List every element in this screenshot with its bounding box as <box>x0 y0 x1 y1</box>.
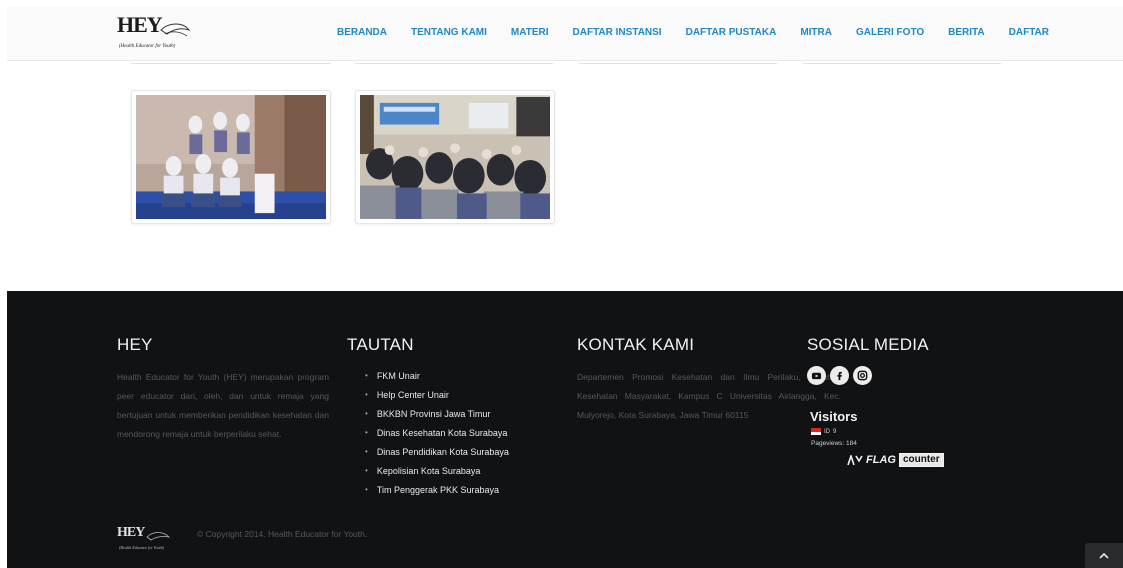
photo-students-group[interactable] <box>131 90 331 224</box>
logo-text: HEY <box>117 12 163 37</box>
footer-link-item: BKKBN Provinsi Jawa Timur <box>365 405 509 424</box>
footer-title-sosial: SOSIAL MEDIA <box>807 335 929 354</box>
nav-daftar[interactable]: DAFTAR <box>1009 27 1049 38</box>
main-nav: BERANDA TENTANG KAMI MATERI DAFTAR INSTA… <box>337 27 1049 38</box>
instagram-icon[interactable] <box>853 366 872 385</box>
link-kepolisian-surabaya[interactable]: Kepolisian Kota Surabaya <box>377 466 481 476</box>
footer-link-item: Dinas Pendidikan Kota Surabaya <box>365 443 509 462</box>
facebook-icon[interactable] <box>830 366 849 385</box>
footer-logo[interactable]: HEY (Health Educator for Youth) <box>117 525 177 555</box>
footer-logo-text: HEY <box>117 525 145 540</box>
nav-daftar-pustaka[interactable]: DAFTAR PUSTAKA <box>686 27 777 38</box>
visitors-country-row: ID 9 <box>811 428 836 435</box>
footer-link-item: FKM Unair <box>365 367 509 386</box>
flag-counter-icon <box>847 454 863 465</box>
footer-links-list: FKM Unair Help Center Unair BKKBN Provin… <box>365 367 509 500</box>
footer-title-kontak: KONTAK KAMI <box>577 335 695 354</box>
indonesia-flag-icon <box>811 428 821 435</box>
link-bkkbn-jatim[interactable]: BKKBN Provinsi Jawa Timur <box>377 409 491 419</box>
footer-title-tautan: TAUTAN <box>347 335 414 354</box>
link-dinkes-surabaya[interactable]: Dinas Kesehatan Kota Surabaya <box>377 428 508 438</box>
link-help-center-unair[interactable]: Help Center Unair <box>377 390 449 400</box>
footer-about-text: Health Educator for Youth (HEY) merupaka… <box>117 372 329 439</box>
logo-tagline: (Health Educator for Youth) <box>119 44 176 49</box>
seminar-audience-image <box>360 95 550 219</box>
gallery-card-edge <box>131 60 331 64</box>
scroll-to-top-button[interactable] <box>1085 543 1123 568</box>
gallery-card-edge <box>803 60 1001 64</box>
nav-mitra[interactable]: MITRA <box>800 27 832 38</box>
footer-link-item: Kepolisian Kota Surabaya <box>365 462 509 481</box>
social-icons <box>807 366 876 385</box>
footer-link-item: Help Center Unair <box>365 386 509 405</box>
nav-tentang-kami[interactable]: TENTANG KAMI <box>411 27 487 38</box>
students-group-image <box>136 95 326 219</box>
nav-beranda[interactable]: BERANDA <box>337 27 387 38</box>
pageviews-text: Pageviews: 184 <box>811 440 857 447</box>
nav-galeri-foto[interactable]: GALERI FOTO <box>856 27 924 38</box>
hey-logo[interactable]: HEY (Health Educator for Youth) <box>117 12 197 54</box>
nav-materi[interactable]: MATERI <box>511 27 549 38</box>
footer-link-item: Tim Penggerak PKK Surabaya <box>365 481 509 500</box>
photo-seminar-audience[interactable] <box>355 90 555 224</box>
site-footer: HEY Health Educator for Youth (HEY) meru… <box>7 291 1123 568</box>
gallery-card-edge <box>579 60 777 64</box>
link-dispendik-surabaya[interactable]: Dinas Pendidikan Kota Surabaya <box>377 447 509 457</box>
copyright-text: © Copyright 2014. Health Educator for Yo… <box>197 529 368 539</box>
nav-daftar-instansi[interactable]: DAFTAR INSTANSI <box>573 27 662 38</box>
footer-logo-tagline: (Health Educator for Youth) <box>119 545 165 550</box>
youtube-icon[interactable] <box>807 366 826 385</box>
gallery-card-edge <box>355 60 553 64</box>
link-tp-pkk-surabaya[interactable]: Tim Penggerak PKK Surabaya <box>377 485 499 495</box>
footer-contact-text: Departemen Promosi Kesehatan dan Ilmu Pe… <box>577 372 841 420</box>
visitors-title: Visitors <box>810 409 858 424</box>
site-header: HEY (Health Educator for Youth) BERANDA … <box>7 7 1123 61</box>
link-fkm-unair[interactable]: FKM Unair <box>377 371 420 381</box>
footer-title-hey: HEY <box>117 335 153 354</box>
nav-berita[interactable]: BERITA <box>948 27 984 38</box>
flag-counter-badge[interactable]: FLAG counter <box>847 453 944 467</box>
footer-link-item: Dinas Kesehatan Kota Surabaya <box>365 424 509 443</box>
visitors-count: 9 <box>833 428 837 435</box>
chevron-up-icon <box>1099 552 1109 559</box>
flag-counter-flag-text: FLAG <box>866 454 896 466</box>
visitors-country: ID <box>824 428 830 435</box>
flag-counter-counter-text: counter <box>898 453 944 467</box>
